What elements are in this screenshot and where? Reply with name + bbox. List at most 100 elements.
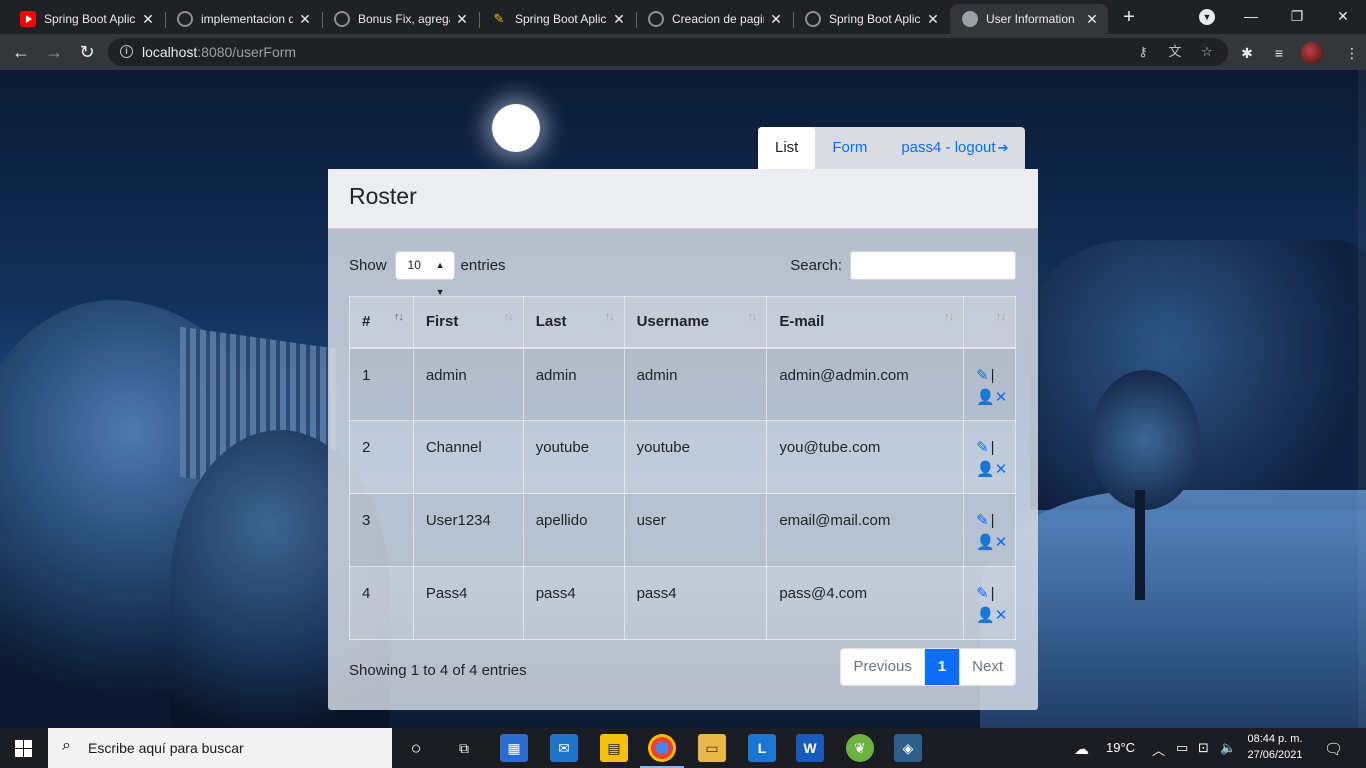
clock-time: 08:44 p. m.	[1247, 733, 1303, 745]
roster-table: # ↑↓ First ↑↓ Last ↑↓ Username ↑↓ E-mail ↑↓ ↑…	[349, 296, 1016, 640]
back-icon[interactable]: ←	[9, 40, 33, 64]
nav-tabs: List Form pass4 - logout ➔	[758, 127, 1026, 169]
previous-button[interactable]: Previous	[841, 649, 923, 685]
github-icon	[805, 11, 821, 27]
cortana-icon[interactable]: ○	[402, 734, 430, 762]
page-length-select[interactable]: 10 ▲ ▼	[394, 251, 455, 297]
menu-icon[interactable]: ⋮	[1343, 44, 1361, 62]
tab-logout[interactable]: pass4 - logout ➔	[884, 127, 1025, 169]
delete-user-icon[interactable]: 👤✕	[976, 605, 1015, 627]
browser-tab-strip: Spring Boot Aplic ✕ implementacion d ✕ B…	[0, 0, 1366, 34]
sort-icon: ↑↓	[604, 311, 615, 323]
column-header-actions[interactable]: ↑↓	[963, 296, 1016, 349]
entries-label: entries	[460, 257, 506, 274]
edit-icon[interactable]: ✎ |	[976, 365, 1015, 387]
mail-icon[interactable]: ✉	[550, 734, 578, 762]
close-tab-icon[interactable]: ✕	[454, 11, 470, 28]
cell-email: email@mail.com	[766, 493, 965, 567]
delete-user-icon[interactable]: 👤✕	[976, 387, 1015, 409]
task-view-icon[interactable]: ⧉	[450, 734, 478, 762]
cell-actions: ✎ | 👤✕	[963, 420, 1016, 494]
page-scrollbar[interactable]	[1358, 70, 1366, 728]
sort-icon: ↑↓	[747, 311, 757, 323]
tray-chevron-icon[interactable]: ︿	[1152, 740, 1165, 759]
notifications-icon[interactable]: 🗨	[1324, 740, 1343, 758]
battery-icon[interactable]: ▭	[1176, 740, 1188, 756]
browser-tab[interactable]: Spring Boot Aplic ✕	[793, 4, 949, 34]
close-tab-icon[interactable]: ✕	[611, 11, 627, 28]
url-text: localhost:8080/userForm	[142, 44, 297, 60]
cell-first: Channel	[412, 420, 524, 494]
edit-icon[interactable]: ✎ |	[976, 510, 1015, 532]
window-close-icon[interactable]: ✕	[1320, 4, 1366, 28]
browser-tab[interactable]: Creacion de pagin ✕	[636, 4, 792, 34]
taskbar-search-box[interactable]: ⌕ Escribe aquí para buscar	[48, 728, 392, 768]
tab-list[interactable]: List	[758, 127, 816, 169]
taskbar: ⌕ Escribe aquí para buscar ○ ⧉ ▦ ✉ ▤ ▭ L…	[0, 728, 1366, 768]
browser-tab[interactable]: implementacion d ✕	[165, 4, 321, 34]
column-header-last[interactable]: Last ↑↓	[522, 296, 625, 349]
search-input[interactable]	[850, 251, 1016, 280]
extensions-icon[interactable]: ✱	[1238, 44, 1256, 62]
delete-user-icon[interactable]: 👤✕	[976, 532, 1015, 554]
temperature-text[interactable]: 19°C	[1106, 740, 1135, 755]
cell-email: you@tube.com	[766, 420, 965, 494]
minimize-icon[interactable]: —	[1228, 4, 1274, 28]
spring-tools-icon[interactable]: ❦	[846, 734, 874, 762]
close-tab-icon[interactable]: ✕	[1084, 11, 1100, 28]
database-tool-icon[interactable]: ◈	[894, 734, 922, 762]
cell-last: admin	[522, 347, 625, 421]
profile-avatar[interactable]	[1301, 42, 1323, 64]
close-tab-icon[interactable]: ✕	[140, 11, 156, 28]
column-header-first[interactable]: First ↑↓	[412, 296, 524, 349]
key-icon[interactable]: ⚷	[1135, 44, 1151, 60]
edit-icon[interactable]: ✎ |	[976, 583, 1015, 605]
cell-id: 2	[349, 420, 414, 494]
restore-icon[interactable]: ❐	[1274, 4, 1320, 28]
store-icon[interactable]: ▦	[500, 734, 528, 762]
browser-tab[interactable]: ✎ Spring Boot Aplic ✕	[479, 4, 635, 34]
weather-icon[interactable]: ☁	[1074, 740, 1089, 758]
page-viewport: List Form pass4 - logout ➔ Roster Show 10…	[0, 70, 1366, 728]
close-tab-icon[interactable]: ✕	[925, 11, 941, 28]
column-header-username[interactable]: Username ↑↓	[623, 296, 768, 349]
delete-user-icon[interactable]: 👤✕	[976, 459, 1015, 481]
windows-start-icon[interactable]	[15, 740, 32, 757]
network-icon[interactable]: ⊡	[1198, 740, 1209, 756]
word-icon[interactable]: W	[796, 734, 824, 762]
page-length-control: Show 10 ▲ ▼ entries	[349, 251, 506, 297]
table-row: 2 Channel youtube youtube you@tube.com ✎…	[349, 420, 1016, 494]
system-clock[interactable]: 08:44 p. m. 27/06/2021	[1238, 731, 1312, 763]
launcher-l-icon[interactable]: L	[748, 734, 776, 762]
forward-icon[interactable]: →	[42, 40, 66, 64]
table-info: Showing 1 to 4 of 4 entries	[349, 662, 527, 679]
address-bar[interactable]: i localhost:8080/userForm ⚷ 文 ☆	[108, 38, 1228, 66]
media-control-icon[interactable]: ≡	[1270, 44, 1288, 62]
tab-search-icon[interactable]: ▼	[1199, 9, 1215, 25]
bookmark-star-icon[interactable]: ☆	[1199, 44, 1215, 60]
browser-tab[interactable]: Bonus Fix, agrega ✕	[322, 4, 478, 34]
background-scene	[1030, 240, 1366, 510]
file-explorer-icon[interactable]: ▭	[698, 734, 726, 762]
next-button[interactable]: Next	[959, 649, 1015, 685]
tab-title: Spring Boot Aplic	[829, 12, 921, 26]
close-tab-icon[interactable]: ✕	[297, 11, 313, 28]
browser-tab[interactable]: Spring Boot Aplic ✕	[8, 4, 164, 34]
column-header-id[interactable]: # ↑↓	[349, 296, 414, 349]
site-info-icon[interactable]: i	[120, 45, 133, 58]
new-tab-button[interactable]: +	[1118, 6, 1140, 28]
volume-icon[interactable]: 🔈	[1220, 740, 1236, 756]
edit-icon[interactable]: ✎ |	[976, 437, 1015, 459]
github-icon	[177, 11, 193, 27]
close-tab-icon[interactable]: ✕	[768, 11, 784, 28]
translate-icon[interactable]: 文	[1167, 44, 1183, 60]
chrome-icon[interactable]	[640, 734, 684, 768]
tab-form[interactable]: Form	[815, 127, 884, 169]
cell-id: 4	[349, 566, 414, 640]
clock-date: 27/06/2021	[1247, 749, 1303, 761]
reload-icon[interactable]: ↻	[75, 40, 99, 64]
sticky-notes-icon[interactable]: ▤	[600, 734, 628, 762]
column-header-email[interactable]: E-mail ↑↓	[766, 296, 965, 349]
browser-tab-active[interactable]: User Information ✕	[950, 4, 1108, 34]
page-1-button[interactable]: 1	[923, 649, 960, 685]
